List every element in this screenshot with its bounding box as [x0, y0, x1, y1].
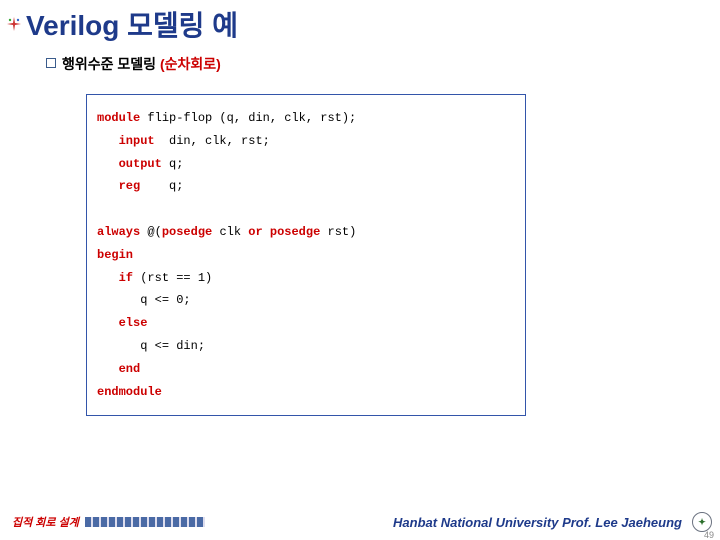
- code-line: begin: [97, 244, 515, 267]
- footer-right-text: Hanbat National University Prof. Lee Jae…: [211, 515, 686, 530]
- code-line: q <= 0;: [97, 289, 515, 312]
- code-block: module flip-flop (q, din, clk, rst); inp…: [86, 94, 526, 416]
- subtitle-row: 행위수준 모델링 (순차회로): [0, 44, 720, 74]
- footer: 집적 회로 설계 Hanbat National University Prof…: [0, 512, 720, 532]
- code-line: always @(posedge clk or posedge rst): [97, 221, 515, 244]
- title-row: Verilog 모델링 예: [0, 0, 720, 44]
- university-logo-icon: ✦: [692, 512, 712, 532]
- code-line: reg q;: [97, 175, 515, 198]
- footer-stripes-icon: [85, 517, 205, 527]
- code-line: q <= din;: [97, 335, 515, 358]
- code-line: module flip-flop (q, din, clk, rst);: [97, 107, 515, 130]
- subtitle-prefix: 행위수준 모델링: [62, 56, 160, 72]
- code-line: [97, 198, 515, 221]
- code-line: if (rst == 1): [97, 267, 515, 290]
- code-line: input din, clk, rst;: [97, 130, 515, 153]
- sparkle-icon: [6, 16, 22, 32]
- code-line: else: [97, 312, 515, 335]
- code-line: end: [97, 358, 515, 381]
- footer-left-text: 집적 회로 설계: [12, 514, 79, 530]
- page-title: Verilog 모델링 예: [26, 4, 238, 44]
- code-line: endmodule: [97, 381, 515, 404]
- subtitle-highlight: (순차회로): [160, 56, 221, 72]
- code-line: output q;: [97, 153, 515, 176]
- square-bullet-icon: [46, 58, 56, 68]
- page-number: 49: [704, 530, 714, 540]
- subtitle: 행위수준 모델링 (순차회로): [62, 54, 221, 74]
